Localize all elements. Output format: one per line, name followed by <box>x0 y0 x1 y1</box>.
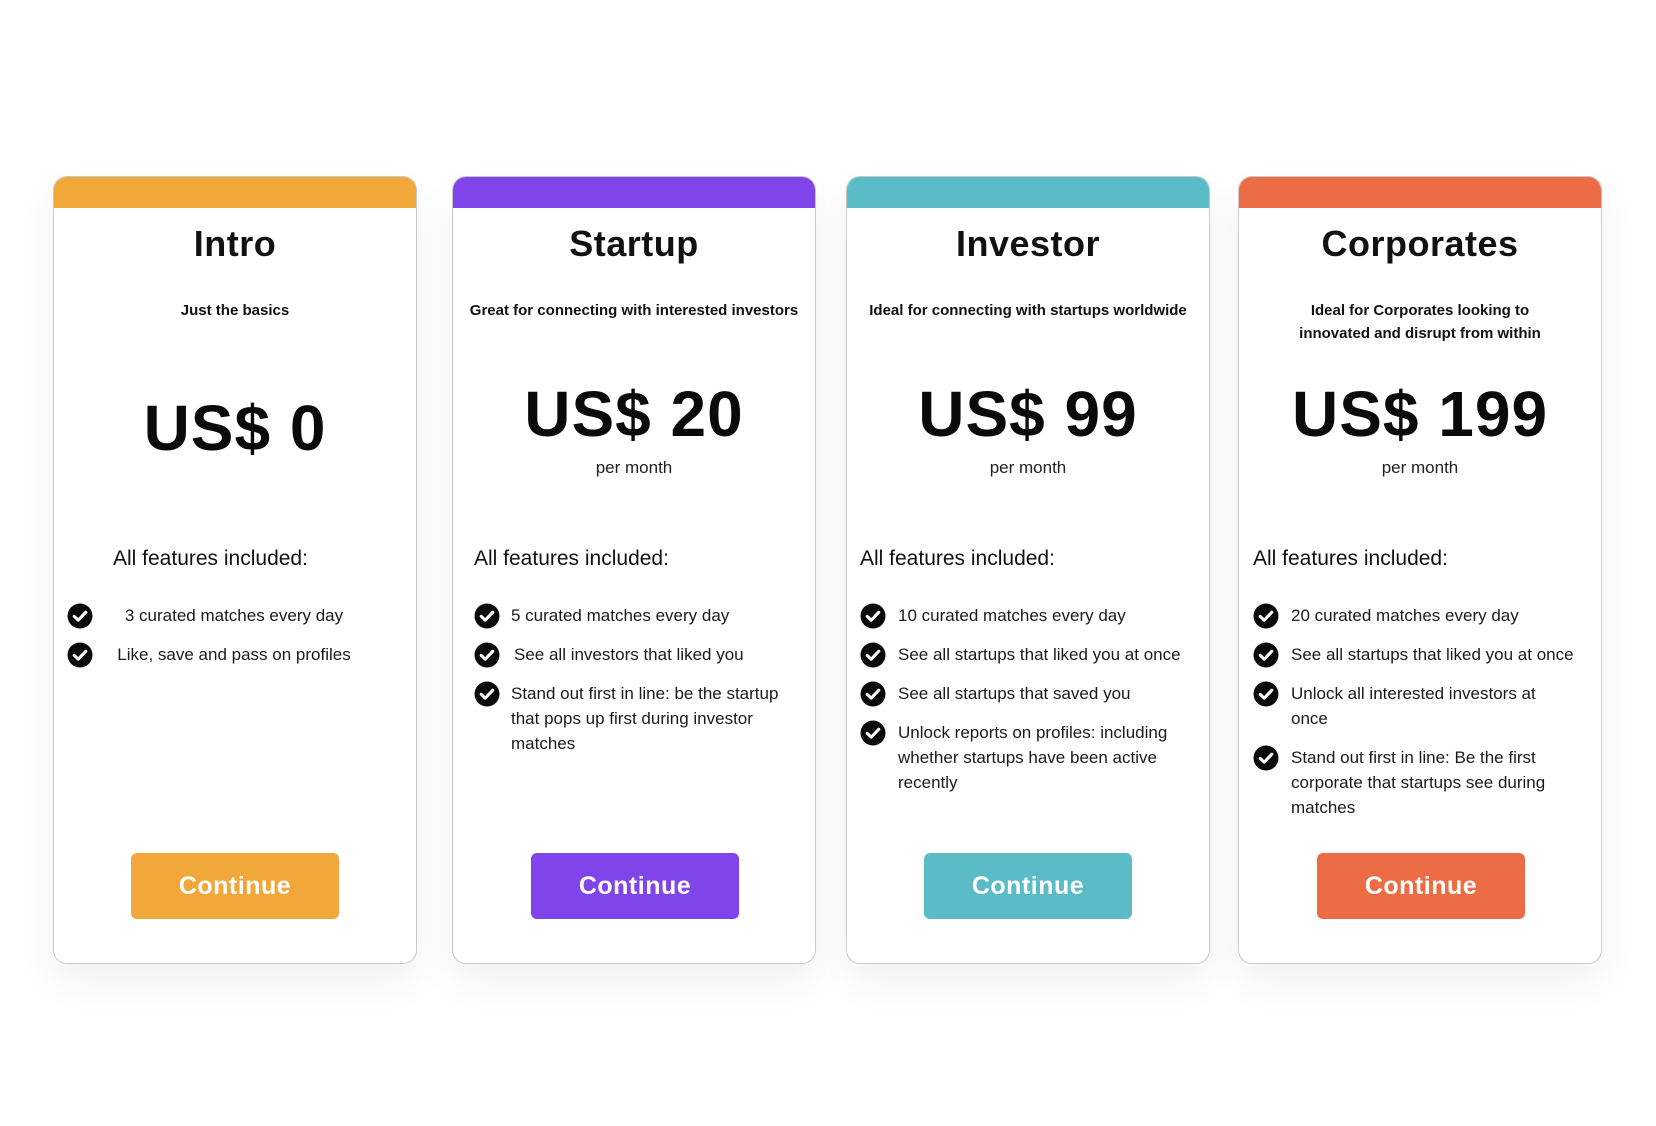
plan-title: Investor <box>955 223 1101 264</box>
plan-period: per month <box>595 458 673 477</box>
feature-text: 5 curated matches every day <box>511 606 730 625</box>
accent-bar <box>453 177 815 208</box>
feature-text: Stand out first in line: Be the first co… <box>1291 748 1546 817</box>
plan-title: Startup <box>569 223 699 264</box>
check-circle-icon <box>1253 642 1279 668</box>
continue-button[interactable]: Continue <box>924 853 1132 919</box>
check-circle-icon <box>1253 681 1279 707</box>
feature-item: Stand out first in line: Be the first co… <box>1253 745 1593 820</box>
feature-text: Stand out first in line: be the startup … <box>511 684 779 753</box>
plan-subtitle: Great for connecting with interested inv… <box>469 302 799 319</box>
plan-subtitle: Ideal for connecting with startups world… <box>869 302 1187 319</box>
feature-item: 5 curated matches every day <box>474 603 784 629</box>
plan-period: per month <box>989 458 1067 477</box>
plan-title: Intro <box>193 223 277 264</box>
feature-list: 5 curated matches every day See all inve… <box>474 603 784 770</box>
feature-text: See all startups that saved you <box>898 684 1131 703</box>
continue-button[interactable]: Continue <box>1317 853 1525 919</box>
feature-item: 10 curated matches every day <box>860 603 1200 629</box>
check-circle-icon <box>67 642 93 668</box>
feature-item: See all startups that liked you at once <box>1253 642 1593 668</box>
features-heading: All features included: <box>860 547 1055 570</box>
feature-item: See all investors that liked you <box>474 642 784 668</box>
feature-text: 3 curated matches every day <box>124 606 344 625</box>
plan-period: per month <box>1381 458 1459 477</box>
feature-item: See all startups that liked you at once <box>860 642 1200 668</box>
plan-price: US$ 99 <box>918 378 1138 450</box>
check-circle-icon <box>860 681 886 707</box>
feature-item: Like, save and pass on profiles <box>67 642 367 668</box>
plan-card-corporates: Corporates Ideal for Corporates looking … <box>1238 176 1602 964</box>
accent-bar <box>1239 177 1601 208</box>
plan-price: US$ 20 <box>524 378 744 450</box>
feature-item: Unlock all interested investors at once <box>1253 681 1561 731</box>
plan-price: US$ 199 <box>1291 378 1549 450</box>
feature-item: See all startups that saved you <box>860 681 1200 707</box>
accent-bar <box>54 177 416 208</box>
check-circle-icon <box>1253 745 1279 771</box>
features-heading: All features included: <box>113 547 308 570</box>
continue-button[interactable]: Continue <box>131 853 339 919</box>
plan-card-investor: Investor Ideal for connecting with start… <box>846 176 1210 964</box>
feature-list: 20 curated matches every day See all sta… <box>1253 603 1593 834</box>
check-circle-icon <box>474 603 500 629</box>
plan-card-intro: Intro Just the basics US$ 0 All features… <box>53 176 417 964</box>
feature-text: 20 curated matches every day <box>1291 606 1519 625</box>
feature-text: See all investors that liked you <box>514 645 744 664</box>
feature-item: Stand out first in line: be the startup … <box>474 681 784 756</box>
plan-subtitle: Just the basics <box>180 302 290 319</box>
check-circle-icon <box>1253 603 1279 629</box>
feature-item: 20 curated matches every day <box>1253 603 1593 629</box>
feature-item: 3 curated matches every day <box>67 603 367 629</box>
feature-list: 3 curated matches every day Like, save a… <box>67 603 367 681</box>
features-heading: All features included: <box>1253 547 1448 570</box>
feature-text: Unlock reports on profiles: including wh… <box>898 723 1168 792</box>
plan-subtitle: Ideal for Corporates looking to innovate… <box>1299 302 1541 342</box>
features-heading: All features included: <box>474 547 669 570</box>
check-circle-icon <box>860 603 886 629</box>
plan-card-startup: Startup Great for connecting with intere… <box>452 176 816 964</box>
feature-item: Unlock reports on profiles: including wh… <box>860 720 1200 795</box>
feature-text: Unlock all interested investors at once <box>1291 684 1536 728</box>
feature-list: 10 curated matches every day See all sta… <box>860 603 1200 809</box>
feature-text: See all startups that liked you at once <box>898 645 1181 664</box>
feature-text: Like, save and pass on profiles <box>117 645 351 664</box>
check-circle-icon <box>860 642 886 668</box>
feature-text: 10 curated matches every day <box>898 606 1126 625</box>
feature-text: See all startups that liked you at once <box>1291 645 1574 664</box>
check-circle-icon <box>474 681 500 707</box>
plan-title: Corporates <box>1321 223 1519 264</box>
check-circle-icon <box>474 642 500 668</box>
check-circle-icon <box>67 603 93 629</box>
check-circle-icon <box>860 720 886 746</box>
accent-bar <box>847 177 1209 208</box>
continue-button[interactable]: Continue <box>531 853 739 919</box>
plan-price: US$ 0 <box>143 392 327 464</box>
